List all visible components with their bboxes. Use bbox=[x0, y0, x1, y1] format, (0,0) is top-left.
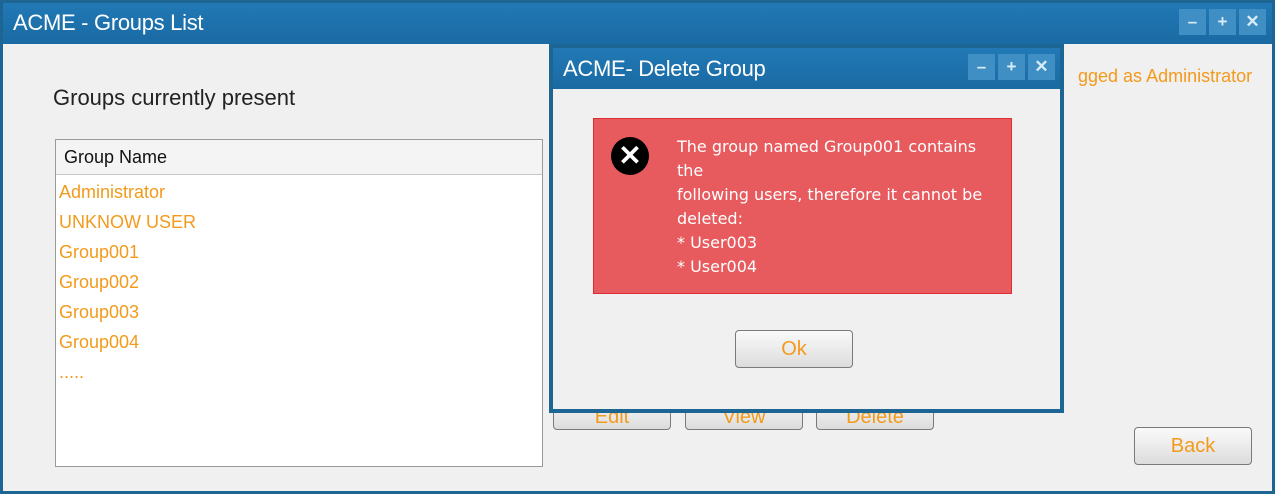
group-list[interactable]: Group Name Administrator UNKNOW USER Gro… bbox=[55, 139, 543, 467]
groups-heading: Groups currently present bbox=[53, 85, 296, 110]
window-title: ACME - Groups List bbox=[13, 10, 204, 35]
close-icon[interactable]: ✕ bbox=[1028, 54, 1055, 80]
maximize-icon[interactable]: + bbox=[1209, 9, 1236, 35]
list-item[interactable]: Group003 bbox=[56, 297, 542, 327]
close-icon[interactable]: ✕ bbox=[1239, 9, 1266, 35]
main-titlebar[interactable]: ACME - Groups List – + ✕ bbox=[3, 3, 1272, 44]
error-message-line: The group named Group001 contains the bbox=[677, 137, 977, 180]
list-column-header[interactable]: Group Name bbox=[56, 140, 542, 175]
logged-as-label: gged as Administrator bbox=[1078, 66, 1253, 86]
minimize-icon[interactable]: – bbox=[968, 54, 995, 80]
error-message-line: * User004 bbox=[677, 257, 758, 276]
list-item[interactable]: Administrator bbox=[56, 177, 542, 207]
ok-button[interactable]: Ok bbox=[735, 330, 853, 368]
dialog-titlebar[interactable]: ACME- Delete Group – + ✕ bbox=[553, 48, 1060, 89]
delete-group-dialog: ACME- Delete Group – + ✕ ✕ The group nam… bbox=[549, 44, 1064, 413]
error-message-box: ✕ The group named Group001 contains the … bbox=[593, 118, 1012, 294]
list-item[interactable]: Group004 bbox=[56, 327, 542, 357]
minimize-icon[interactable]: – bbox=[1179, 9, 1206, 35]
maximize-icon[interactable]: + bbox=[998, 54, 1025, 80]
list-item[interactable]: UNKNOW USER bbox=[56, 207, 542, 237]
dialog-window-controls: – + ✕ bbox=[968, 54, 1055, 80]
list-item[interactable]: Group002 bbox=[56, 267, 542, 297]
error-message: The group named Group001 contains the fo… bbox=[677, 135, 1007, 279]
error-message-line: deleted: bbox=[677, 209, 743, 228]
list-item[interactable]: Group001 bbox=[56, 237, 542, 267]
list-item-ellipsis: ..... bbox=[59, 362, 85, 382]
back-button[interactable]: Back bbox=[1134, 427, 1252, 465]
error-icon: ✕ bbox=[611, 137, 649, 175]
error-message-line: following users, therefore it cannot be bbox=[677, 185, 983, 204]
window-controls: – + ✕ bbox=[1179, 9, 1266, 35]
error-message-line: * User003 bbox=[677, 233, 758, 252]
dialog-title: ACME- Delete Group bbox=[563, 56, 766, 81]
